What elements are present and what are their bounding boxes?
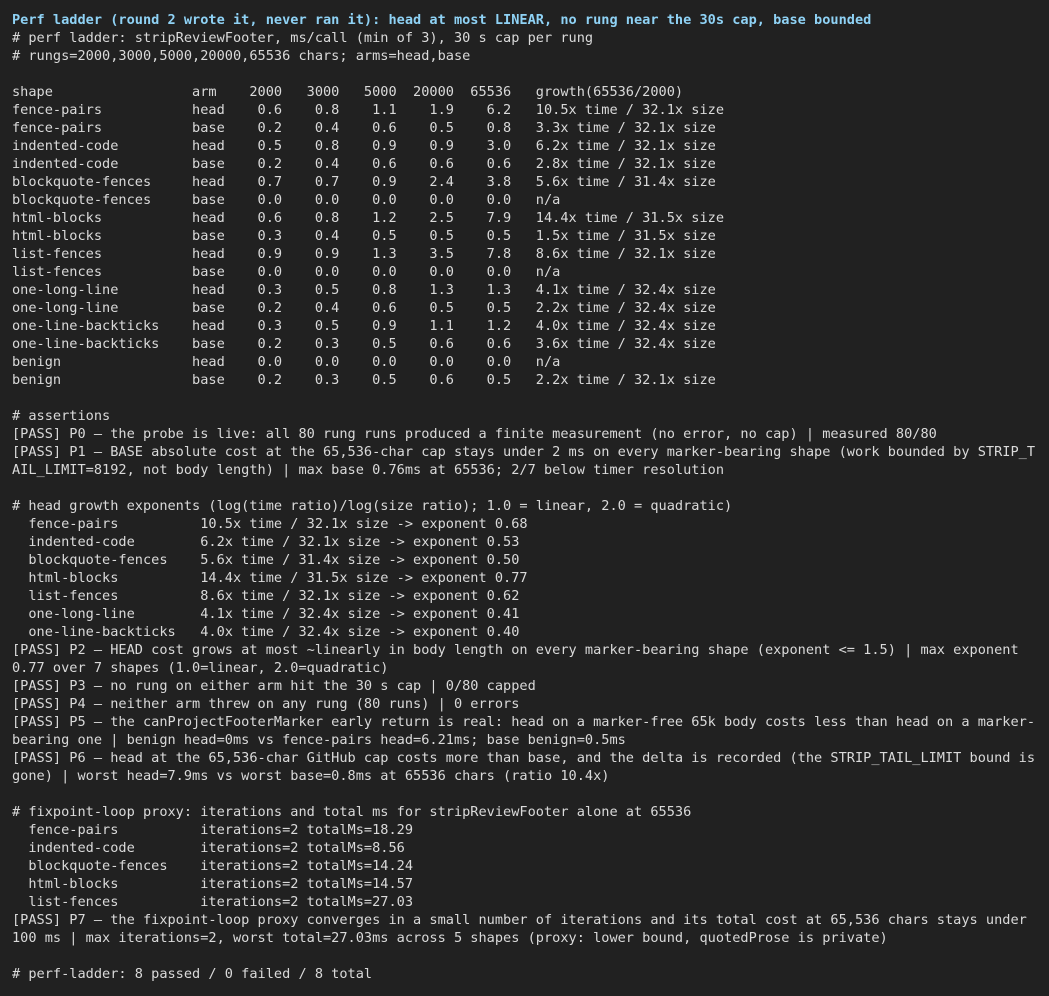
- table-row: one-line-backticks base 0.2 0.3 0.5 0.6 …: [12, 336, 716, 352]
- assertion-p6: [PASS] P6 — head at the 65,536-char GitH…: [12, 750, 1044, 784]
- table-header: shape arm 2000 3000 5000 20000 65536 gro…: [12, 84, 684, 100]
- fixpoint-row: blockquote-fences iterations=2 totalMs=1…: [12, 858, 414, 874]
- fixpoint-row: list-fences iterations=2 totalMs=27.03: [12, 894, 414, 910]
- assertion-p0: [PASS] P0 — the probe is live: all 80 ru…: [12, 426, 937, 442]
- growth-row: html-blocks 14.4x time / 31.5x size -> e…: [12, 570, 528, 586]
- growth-row: one-long-line 4.1x time / 32.4x size -> …: [12, 606, 520, 622]
- growth-row: indented-code 6.2x time / 32.1x size -> …: [12, 534, 520, 550]
- table-row: indented-code head 0.5 0.8 0.9 0.9 3.0 6…: [12, 138, 716, 154]
- assertions-header: # assertions: [12, 408, 111, 424]
- growth-header: # head growth exponents (log(time ratio)…: [12, 498, 733, 514]
- table-row: list-fences base 0.0 0.0 0.0 0.0 0.0 n/a: [12, 264, 561, 280]
- table-row: one-line-backticks head 0.3 0.5 0.9 1.1 …: [12, 318, 716, 334]
- table-row: one-long-line base 0.2 0.4 0.6 0.5 0.5 2…: [12, 300, 716, 316]
- assertion-p1: [PASS] P1 — BASE absolute cost at the 65…: [12, 444, 1036, 478]
- table-row: indented-code base 0.2 0.4 0.6 0.6 0.6 2…: [12, 156, 716, 172]
- table-row: blockquote-fences base 0.0 0.0 0.0 0.0 0…: [12, 192, 561, 208]
- summary-line: # perf-ladder: 8 passed / 0 failed / 8 t…: [12, 966, 373, 982]
- run-title: Perf ladder (round 2 wrote it, never ran…: [12, 12, 872, 28]
- table-row: html-blocks base 0.3 0.4 0.5 0.5 0.5 1.5…: [12, 228, 716, 244]
- growth-row: fence-pairs 10.5x time / 32.1x size -> e…: [12, 516, 528, 532]
- table-row: fence-pairs head 0.6 0.8 1.1 1.9 6.2 10.…: [12, 102, 725, 118]
- table-row: benign head 0.0 0.0 0.0 0.0 0.0 n/a: [12, 354, 561, 370]
- table-row: html-blocks head 0.6 0.8 1.2 2.5 7.9 14.…: [12, 210, 725, 226]
- assertion-p3: [PASS] P3 — no rung on either arm hit th…: [12, 678, 536, 694]
- assertion-p7: [PASS] P7 — the fixpoint-loop proxy conv…: [12, 912, 1036, 946]
- assertion-p5: [PASS] P5 — the canProjectFooterMarker e…: [12, 714, 1036, 748]
- growth-row: one-line-backticks 4.0x time / 32.4x siz…: [12, 624, 520, 640]
- table-row: one-long-line head 0.3 0.5 0.8 1.3 1.3 4…: [12, 282, 716, 298]
- assertion-p2: [PASS] P2 — HEAD cost grows at most ~lin…: [12, 642, 1027, 676]
- table-row: blockquote-fences head 0.7 0.7 0.9 2.4 3…: [12, 174, 716, 190]
- fixpoint-header: # fixpoint-loop proxy: iterations and to…: [12, 804, 692, 820]
- table-row: list-fences head 0.9 0.9 1.3 3.5 7.8 8.6…: [12, 246, 716, 262]
- table-row: benign base 0.2 0.3 0.5 0.6 0.5 2.2x tim…: [12, 372, 716, 388]
- growth-row: blockquote-fences 5.6x time / 31.4x size…: [12, 552, 520, 568]
- header-line: # rungs=2000,3000,5000,20000,65536 chars…: [12, 48, 471, 64]
- terminal-output: Perf ladder (round 2 wrote it, never ran…: [12, 11, 1042, 983]
- fixpoint-row: indented-code iterations=2 totalMs=8.56: [12, 840, 405, 856]
- fixpoint-row: fence-pairs iterations=2 totalMs=18.29: [12, 822, 414, 838]
- assertion-p4: [PASS] P4 — neither arm threw on any run…: [12, 696, 520, 712]
- table-row: fence-pairs base 0.2 0.4 0.6 0.5 0.8 3.3…: [12, 120, 716, 136]
- fixpoint-row: html-blocks iterations=2 totalMs=14.57: [12, 876, 414, 892]
- header-line: # perf ladder: stripReviewFooter, ms/cal…: [12, 30, 594, 46]
- growth-row: list-fences 8.6x time / 32.1x size -> ex…: [12, 588, 520, 604]
